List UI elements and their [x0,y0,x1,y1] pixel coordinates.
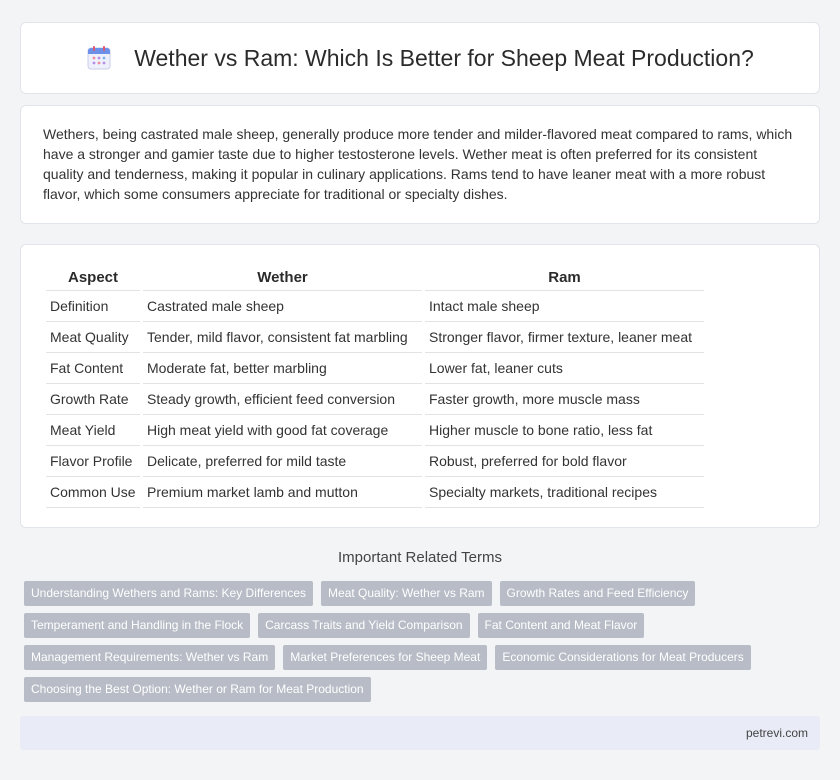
header-wether: Wether [143,265,422,291]
table-row: Growth Rate Steady growth, efficient fee… [46,384,704,415]
table-row: Meat Quality Tender, mild flavor, consis… [46,322,704,353]
tag-row: Understanding Wethers and Rams: Key Diff… [24,581,824,606]
related-term-link[interactable]: Economic Considerations for Meat Produce… [495,645,751,670]
table-header-row: Aspect Wether Ram [46,265,704,291]
cell-ram: Higher muscle to bone ratio, less fat [425,415,704,446]
cell-wether: Tender, mild flavor, consistent fat marb… [143,322,422,353]
related-term-link[interactable]: Temperament and Handling in the Flock [24,613,251,638]
cell-wether: High meat yield with good fat coverage [143,415,422,446]
cell-ram: Intact male sheep [425,291,704,322]
intro-card: Wethers, being castrated male sheep, gen… [20,105,820,224]
cell-ram: Faster growth, more muscle mass [425,384,704,415]
table-row: Fat Content Moderate fat, better marblin… [46,353,704,384]
comparison-table: Aspect Wether Ram Definition Castrated m… [43,265,707,508]
related-term-link[interactable]: Fat Content and Meat Flavor [477,613,645,638]
page-title: Wether vs Ram: Which Is Better for Sheep… [134,44,754,71]
related-term-link[interactable]: Understanding Wethers and Rams: Key Diff… [24,581,314,606]
cell-wether: Premium market lamb and mutton [143,477,422,508]
related-term-link[interactable]: Carcass Traits and Yield Comparison [258,613,470,638]
cell-aspect: Meat Yield [46,415,140,446]
site-name[interactable]: petrevi.com [746,726,808,740]
related-term-link[interactable]: Growth Rates and Feed Efficiency [499,581,696,606]
table-row: Definition Castrated male sheep Intact m… [46,291,704,322]
header-ram: Ram [425,265,704,291]
tag-row: Choosing the Best Option: Wether or Ram … [24,677,824,702]
table-row: Meat Yield High meat yield with good fat… [46,415,704,446]
footer: petrevi.com [20,716,820,750]
cell-aspect: Meat Quality [46,322,140,353]
cell-aspect: Growth Rate [46,384,140,415]
cell-ram: Lower fat, leaner cuts [425,353,704,384]
related-term-link[interactable]: Meat Quality: Wether vs Ram [321,581,492,606]
cell-ram: Specialty markets, traditional recipes [425,477,704,508]
cell-aspect: Flavor Profile [46,446,140,477]
cell-wether: Delicate, preferred for mild taste [143,446,422,477]
related-terms-list: Understanding Wethers and Rams: Key Diff… [24,581,824,709]
related-term-link[interactable]: Management Requirements: Wether vs Ram [24,645,276,670]
tag-row: Temperament and Handling in the Flock Ca… [24,613,824,638]
header-card: Wether vs Ram: Which Is Better for Sheep… [20,22,820,94]
tag-row: Management Requirements: Wether vs Ram M… [24,645,824,670]
related-term-link[interactable]: Choosing the Best Option: Wether or Ram … [24,677,371,702]
table-row: Flavor Profile Delicate, preferred for m… [46,446,704,477]
cell-wether: Moderate fat, better marbling [143,353,422,384]
cell-ram: Stronger flavor, firmer texture, leaner … [425,322,704,353]
cell-ram: Robust, preferred for bold flavor [425,446,704,477]
cell-aspect: Common Use [46,477,140,508]
cell-wether: Castrated male sheep [143,291,422,322]
calendar-icon [87,46,111,70]
comparison-card: Aspect Wether Ram Definition Castrated m… [20,244,820,528]
cell-wether: Steady growth, efficient feed conversion [143,384,422,415]
related-terms-title: Important Related Terms [338,549,502,566]
header-aspect: Aspect [46,265,140,291]
cell-aspect: Fat Content [46,353,140,384]
cell-aspect: Definition [46,291,140,322]
table-row: Common Use Premium market lamb and mutto… [46,477,704,508]
intro-text: Wethers, being castrated male sheep, gen… [43,126,793,202]
related-term-link[interactable]: Market Preferences for Sheep Meat [283,645,488,670]
